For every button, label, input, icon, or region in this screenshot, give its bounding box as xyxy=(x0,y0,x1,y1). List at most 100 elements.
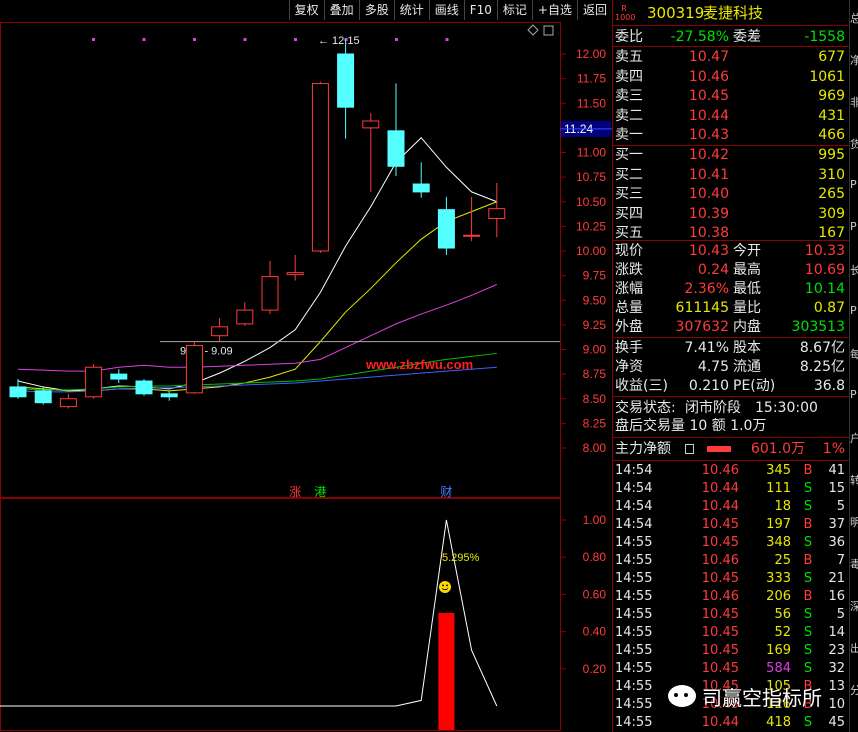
toolbar-button-7[interactable]: +自选 xyxy=(531,0,577,20)
tick-price: 10.45 xyxy=(701,643,739,658)
tick-row[interactable]: 14:54 10.44 111 S 15 xyxy=(613,480,849,498)
tick-volume: 111 xyxy=(766,481,791,496)
edge-label: 出 xyxy=(850,640,858,656)
edge-label: 分 xyxy=(850,682,858,698)
tick-time: 14:54 xyxy=(615,517,653,532)
stat-label: 涨幅 xyxy=(615,281,643,297)
toolbar-button-6[interactable]: 标记 xyxy=(496,0,532,20)
indicator-axis-label: 0.80 xyxy=(583,550,607,564)
stat2-row: 换手 7.41% 股本 8.67亿 xyxy=(613,339,849,357)
ask-row: 卖四 10.46 1061 xyxy=(613,68,849,86)
bid-label: 买四 xyxy=(615,205,643,222)
tick-row[interactable]: 14:55 10.45 348 S 36 xyxy=(613,534,849,552)
toolbar-button-0[interactable]: 复权 xyxy=(288,0,324,20)
toolbar-button-4[interactable]: 画线 xyxy=(428,0,464,20)
candle[interactable] xyxy=(488,183,506,238)
tick-row[interactable]: 14:55 10.45 169 S 23 xyxy=(613,642,849,660)
tick-price: 10.44 xyxy=(701,481,739,496)
candle[interactable] xyxy=(185,341,203,394)
watermark: 司赢空指标所 xyxy=(668,680,848,712)
tick-volume: 333 xyxy=(766,571,791,586)
trade-status-label: 交易状态: xyxy=(615,400,676,416)
price-axis-label: 11.50 xyxy=(577,96,606,110)
candle[interactable] xyxy=(236,302,254,326)
candle[interactable] xyxy=(362,113,380,192)
candle-body xyxy=(463,234,481,237)
main-flow-row[interactable]: 主力净额 601.0万 1% xyxy=(613,440,849,458)
ask-label: 卖五 xyxy=(615,49,643,65)
tick-count: 14 xyxy=(828,625,845,640)
candle[interactable] xyxy=(337,39,355,139)
tick-row[interactable]: 14:55 10.45 584 S 32 xyxy=(613,660,849,678)
event-tag[interactable]: 港 xyxy=(314,485,326,499)
candle[interactable] xyxy=(311,81,329,253)
bid-row: 买四 10.39 309 xyxy=(613,205,849,223)
tick-row[interactable]: 14:55 10.46 206 B 16 xyxy=(613,588,849,606)
divider xyxy=(613,437,849,438)
toolbar-button-8[interactable]: 返回 xyxy=(576,0,612,20)
stat-row: 涨跌 0.24 最高 10.69 xyxy=(613,261,849,279)
price-axis-label: 10.25 xyxy=(576,219,606,233)
tick-price: 10.45 xyxy=(701,517,739,532)
candle[interactable] xyxy=(59,393,77,409)
weibi-row: 委比 -27.58% 委差 -1558 xyxy=(613,28,849,46)
stock-badge-top: R xyxy=(621,4,627,13)
kline-chart[interactable]: 12.0011.7511.5011.2511.0010.7510.5010.25… xyxy=(0,22,612,732)
main-flow-value: 601.0万 xyxy=(750,441,805,457)
tick-row[interactable]: 14:54 10.46 345 B 41 xyxy=(613,462,849,480)
price-axis-label: 10.00 xyxy=(576,244,606,258)
tick-row[interactable]: 14:55 10.45 333 S 21 xyxy=(613,570,849,588)
candle[interactable] xyxy=(286,254,304,281)
tick-side: B xyxy=(803,517,813,532)
tick-row[interactable]: 14:55 10.45 56 S 5 xyxy=(613,606,849,624)
tick-count: 23 xyxy=(828,643,845,658)
tick-row[interactable]: 14:54 10.44 18 S 5 xyxy=(613,498,849,516)
tick-row[interactable]: 14:55 10.44 418 S 45 xyxy=(613,714,849,732)
tick-row[interactable]: 14:55 10.45 52 S 14 xyxy=(613,624,849,642)
chart-toolbar: 复权 叠加 多股 统计 画线 F10 标记 +自选 返回 xyxy=(0,0,612,22)
tick-time: 14:54 xyxy=(615,481,653,496)
toolbar-button-2[interactable]: 多股 xyxy=(358,0,394,20)
candle[interactable] xyxy=(261,260,279,315)
divider xyxy=(613,25,849,26)
candle[interactable] xyxy=(135,379,153,396)
stock-badge-bottom: 1000 xyxy=(615,13,636,22)
candle[interactable] xyxy=(387,83,405,177)
toolbar-button-3[interactable]: 统计 xyxy=(393,0,429,20)
tick-row[interactable]: 14:55 10.46 25 B 7 xyxy=(613,552,849,570)
candle[interactable] xyxy=(160,390,178,401)
candle[interactable] xyxy=(110,369,128,383)
indicator-axis-label: 0.20 xyxy=(583,662,607,676)
event-tag[interactable]: 财 xyxy=(440,485,452,499)
tick-side: S xyxy=(803,481,813,496)
tick-time: 14:55 xyxy=(615,535,653,550)
event-tag[interactable]: 涨 xyxy=(289,484,301,499)
candle[interactable] xyxy=(412,162,430,198)
candle[interactable] xyxy=(437,196,455,255)
edge-label: P xyxy=(850,388,857,401)
weibi-value: -27.58% xyxy=(670,29,729,45)
divider xyxy=(613,396,849,397)
toolbar-button-5[interactable]: F10 xyxy=(463,0,497,20)
ask-price: 10.45 xyxy=(688,88,729,104)
list-icon[interactable] xyxy=(685,444,694,454)
candle[interactable] xyxy=(463,196,481,242)
ask-volume: 466 xyxy=(818,127,845,143)
candle[interactable] xyxy=(85,364,103,399)
stat-value: 10.14 xyxy=(804,281,845,297)
ask-volume: 431 xyxy=(818,107,845,124)
toolbar-button-1[interactable]: 叠加 xyxy=(323,0,359,20)
stat-row: 涨幅 2.36% 最低 10.14 xyxy=(613,280,849,298)
edge-label: 非 xyxy=(850,94,858,110)
ask-row: 卖三 10.45 969 xyxy=(613,87,849,105)
stat2-label: 换手 xyxy=(615,340,643,356)
price-axis-label: 8.25 xyxy=(583,416,607,430)
settings-icon[interactable] xyxy=(543,25,554,36)
tick-row[interactable]: 14:54 10.45 197 B 37 xyxy=(613,516,849,534)
diamond-icon[interactable] xyxy=(527,24,539,36)
bid-row: 买二 10.41 310 xyxy=(613,166,849,184)
candle-body xyxy=(135,380,153,395)
candle[interactable] xyxy=(211,317,229,342)
stat-label: 涨跌 xyxy=(615,262,643,278)
stat2-label: 股本 xyxy=(733,340,761,356)
